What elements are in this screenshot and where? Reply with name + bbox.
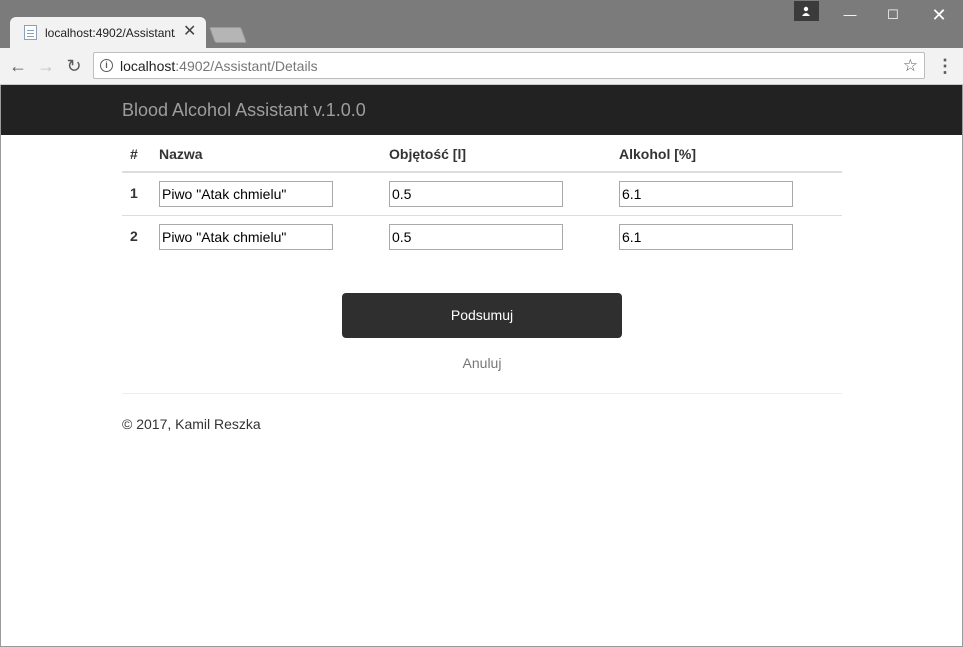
tab-title: localhost:4902/Assistant/ (45, 26, 175, 40)
row-number: 1 (130, 185, 138, 201)
back-arrow-icon[interactable]: ← (8, 56, 28, 76)
url-text[interactable]: localhost:4902/Assistant/Details (120, 58, 318, 74)
kebab-menu-icon[interactable]: ⋮ (936, 56, 954, 76)
bookmark-star-icon[interactable]: ☆ (903, 56, 918, 76)
column-header-alcohol: Alkohol [%] (611, 136, 842, 173)
table-row: 2 (122, 214, 842, 258)
volume-cell (381, 214, 611, 258)
column-header-name: Nazwa (151, 136, 381, 173)
volume-input[interactable] (389, 180, 563, 207)
name-cell (151, 172, 381, 215)
window-close-button[interactable]: ✕ (924, 4, 954, 26)
alcohol-cell (611, 172, 842, 215)
alcohol-input[interactable] (619, 180, 793, 207)
page-favicon-icon (24, 25, 37, 40)
app-navbar: Blood Alcohol Assistant v.1.0.0 (1, 85, 962, 135)
minimize-button[interactable]: — (835, 4, 865, 26)
browser-titlebar: localhost:4902/Assistant/ ✕ — ☐ ✕ (0, 0, 963, 48)
person-icon (802, 6, 810, 16)
table-row: 1 (122, 172, 842, 215)
app-brand[interactable]: Blood Alcohol Assistant v.1.0.0 (122, 100, 366, 121)
footer-copyright: © 2017, Kamil Reszka (122, 416, 261, 432)
info-icon[interactable]: i (100, 59, 113, 72)
url-host: localhost (120, 58, 176, 74)
cancel-link[interactable]: Anuluj (342, 355, 622, 371)
new-tab-button[interactable] (209, 27, 247, 43)
footer-divider (122, 393, 842, 394)
alcohol-input[interactable] (619, 223, 793, 250)
tab-close-icon[interactable]: ✕ (183, 22, 196, 42)
alcohol-cell (611, 214, 842, 258)
column-header-volume: Objętość [l] (381, 136, 611, 173)
forward-arrow-icon[interactable]: → (36, 56, 56, 76)
browser-tab[interactable]: localhost:4902/Assistant/ ✕ (10, 17, 206, 48)
maximize-button[interactable]: ☐ (878, 4, 908, 26)
name-input[interactable] (159, 180, 333, 207)
volume-input[interactable] (389, 223, 563, 250)
summarize-button[interactable]: Podsumuj (342, 293, 622, 338)
address-bar[interactable]: i localhost:4902/Assistant/Details ☆ (93, 52, 925, 79)
profile-button[interactable] (794, 1, 819, 21)
browser-toolbar: ← → ↻ i localhost:4902/Assistant/Details… (0, 48, 963, 85)
name-cell (151, 214, 381, 258)
column-header-number: # (122, 136, 151, 173)
table-header-row: # Nazwa Objętość [l] Alkohol [%] (122, 136, 842, 173)
volume-cell (381, 172, 611, 215)
drinks-table: # Nazwa Objętość [l] Alkohol [%] 1 2 (122, 136, 842, 258)
drinks-table-container: # Nazwa Objętość [l] Alkohol [%] 1 2 (122, 136, 842, 258)
row-number: 2 (122, 214, 151, 258)
url-path: :4902/Assistant/Details (175, 58, 318, 74)
reload-icon[interactable]: ↻ (64, 56, 84, 76)
name-input[interactable] (159, 223, 333, 250)
